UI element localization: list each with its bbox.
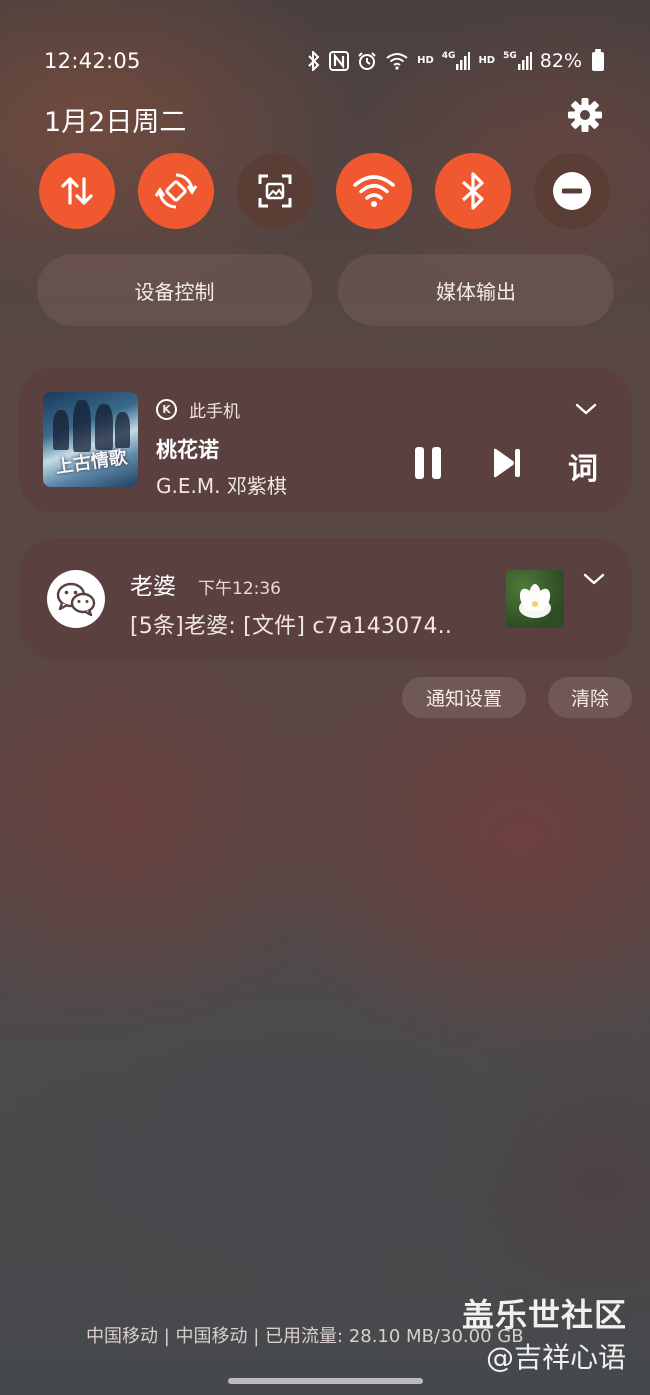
notification-sender: 老婆: [130, 574, 176, 600]
wechat-app-icon: [47, 570, 105, 628]
toggle-bluetooth[interactable]: [435, 153, 511, 229]
media-output-button[interactable]: 媒体输出: [338, 254, 614, 326]
screen-capture-icon: [258, 174, 292, 208]
hd-label-2: HD: [478, 55, 496, 66]
clear-notifications-button[interactable]: 清除: [548, 677, 632, 718]
battery-icon: [592, 48, 604, 71]
signal-5g: 5G: [503, 52, 532, 70]
data-transfer-icon: [61, 177, 93, 205]
device-control-button[interactable]: 设备控制: [37, 254, 312, 326]
alarm-icon: [358, 52, 376, 70]
bluetooth-icon: [461, 172, 484, 210]
next-track-button[interactable]: [487, 440, 527, 486]
carrier-info: 中国移动 | 中国移动 | 已用流量: 28.10 MB/30.00 GB: [86, 1326, 524, 1347]
notification-settings-button[interactable]: 通知设置: [402, 677, 526, 718]
song-artist: G.E.M. 邓紫棋: [156, 474, 287, 498]
pause-icon: [415, 447, 441, 479]
watermark-title: 盖乐世社区: [462, 1296, 628, 1334]
toggle-auto-rotate[interactable]: [138, 153, 214, 229]
hd-label-1: HD: [417, 55, 434, 66]
kugou-logo-icon: K: [156, 399, 177, 420]
notification-message: [5条]老婆: [文件] c7a143074..: [130, 614, 453, 639]
lyrics-button[interactable]: 词: [568, 444, 598, 488]
toggle-mobile-data[interactable]: [39, 153, 115, 229]
home-indicator[interactable]: [228, 1378, 423, 1384]
signal-bars-icon: [517, 52, 532, 70]
media-source[interactable]: K 此手机: [156, 397, 240, 422]
toggle-wifi[interactable]: [336, 153, 412, 229]
wifi-status-icon: [386, 53, 408, 70]
minus-circle-icon: [553, 172, 591, 210]
status-icons: HD 4G HD 5G 82%: [307, 48, 604, 72]
date-label: 1月2日周二: [44, 107, 187, 138]
media-source-label: 此手机: [189, 402, 240, 422]
label-5g: 5G: [503, 51, 517, 61]
notification-expand-chevron-icon[interactable]: [583, 571, 605, 590]
album-art[interactable]: 上古情歌: [43, 392, 138, 487]
song-title: 桃花诺: [156, 438, 219, 462]
toggle-screenshot[interactable]: [237, 153, 313, 229]
signal-4g: 4G: [442, 52, 471, 70]
auto-rotate-icon: [155, 173, 197, 209]
nfc-icon: [329, 51, 350, 71]
pause-button[interactable]: [408, 440, 448, 486]
watermark-author: @吉祥心语: [486, 1341, 627, 1374]
notification-thumbnail[interactable]: [506, 570, 564, 628]
skip-next-icon: [494, 448, 520, 478]
media-expand-chevron-icon[interactable]: [575, 401, 597, 420]
battery-percent: 82%: [539, 50, 582, 72]
toggle-do-not-disturb[interactable]: [534, 153, 610, 229]
settings-gear-icon[interactable]: [566, 96, 604, 134]
signal-bars-icon: [456, 52, 471, 70]
status-time: 12:42:05: [44, 49, 141, 73]
label-4g: 4G: [441, 51, 456, 61]
notification-time: 下午12:36: [198, 579, 281, 599]
wifi-icon: [353, 175, 395, 207]
bluetooth-status-icon: [308, 51, 320, 71]
